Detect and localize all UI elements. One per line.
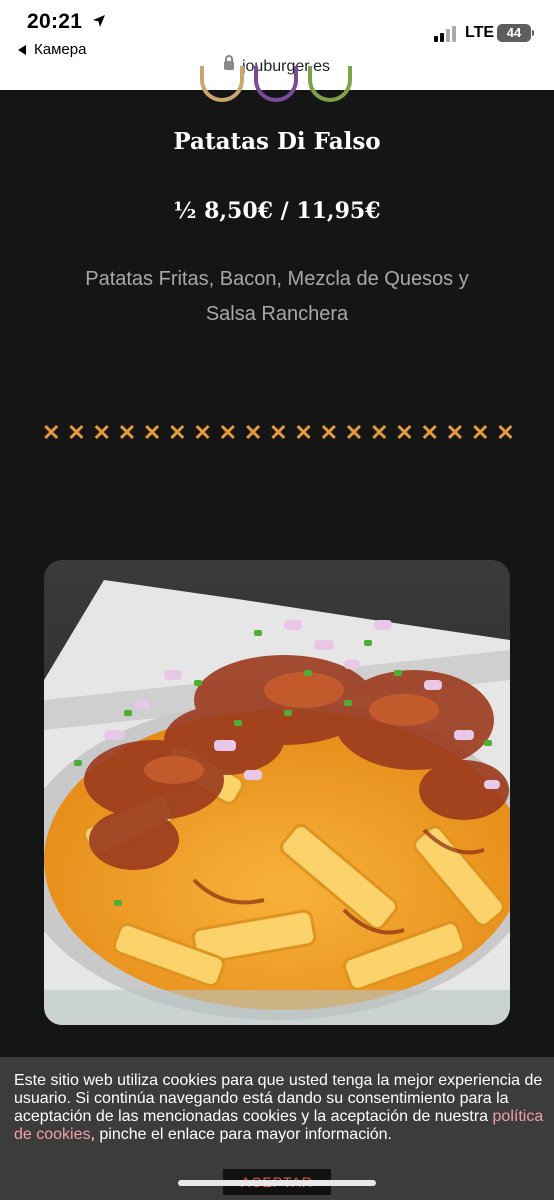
cookie-message: Este sitio web utiliza cookies para que … xyxy=(14,1072,544,1144)
back-to-app-button[interactable]: Камера xyxy=(34,41,86,58)
category-icon-right[interactable] xyxy=(308,66,352,102)
loaded-fries-image xyxy=(44,560,510,1025)
location-arrow-icon xyxy=(93,15,105,27)
back-triangle-icon[interactable] xyxy=(18,45,26,55)
product-description: Patatas Fritas, Bacon, Mezcla de Quesos … xyxy=(85,268,469,325)
clock: 20:21 xyxy=(27,10,83,33)
battery-icon: 44 xyxy=(497,24,531,42)
signal-strength-icon xyxy=(434,24,460,42)
page-content: Patatas Di Falso ½ 8,50€ / 11,95€ Patata… xyxy=(0,66,554,1200)
category-icon-middle[interactable] xyxy=(254,66,298,102)
category-icons xyxy=(200,66,356,106)
cookie-text-part-1: Este sitio web utiliza cookies para que … xyxy=(14,1072,543,1125)
product-title: Patatas Di Falso xyxy=(173,128,381,155)
product-price: ½ 8,50€ / 11,95€ xyxy=(173,198,381,224)
cookie-banner: Este sitio web utiliza cookies para que … xyxy=(0,1057,554,1200)
cookie-text-part-2: , pinche el enlace para mayor informació… xyxy=(90,1126,393,1143)
network-type: LTE xyxy=(465,24,495,41)
home-indicator[interactable] xyxy=(178,1180,376,1186)
battery-cap xyxy=(532,30,534,36)
category-icon-left[interactable] xyxy=(200,66,244,102)
product-photo xyxy=(44,560,510,1025)
decorative-divider: ✕✕✕✕✕✕✕✕✕✕✕✕✕✕✕✕✕✕✕✕ xyxy=(42,420,512,445)
